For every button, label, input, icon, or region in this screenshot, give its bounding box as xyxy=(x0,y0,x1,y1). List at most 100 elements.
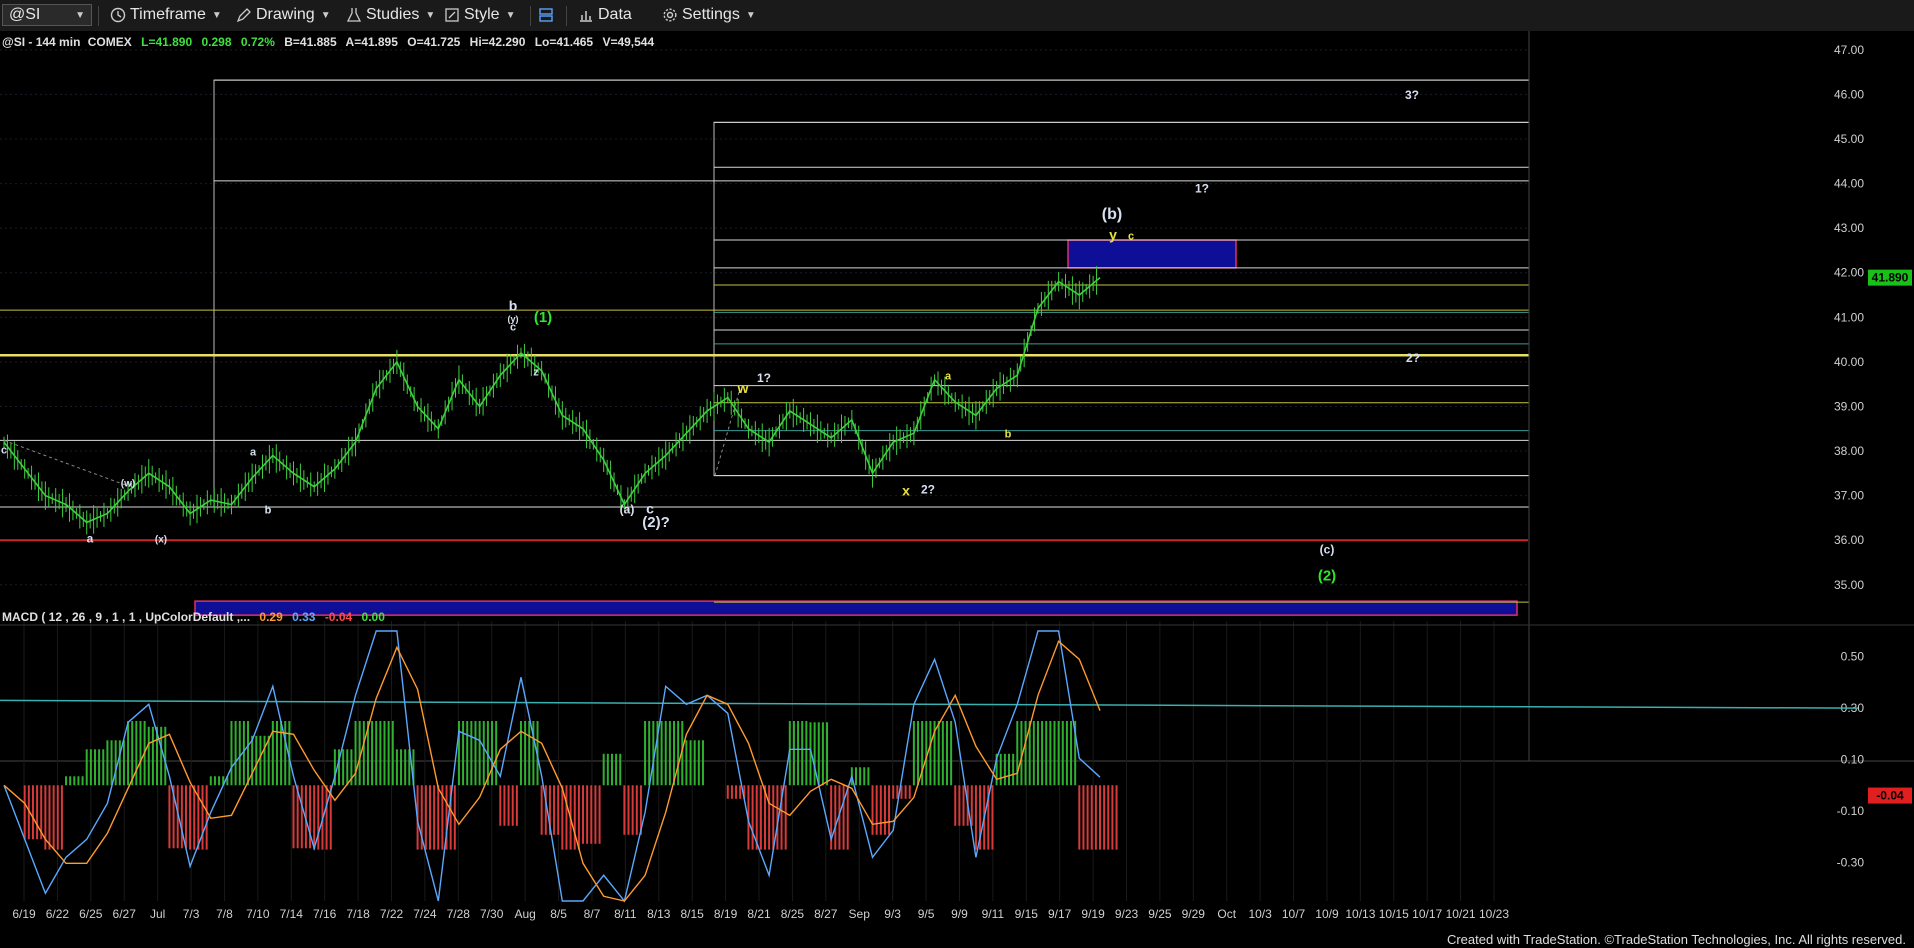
date-tick-label: 8/15 xyxy=(681,907,705,921)
drawing-button[interactable]: Drawing ▼ xyxy=(236,4,331,26)
wave-label: c xyxy=(1,444,7,456)
date-tick-label: 8/7 xyxy=(584,907,601,921)
macd-tick-label: 0.10 xyxy=(1841,753,1865,767)
wave-label: 1? xyxy=(1195,181,1209,195)
date-tick-label: 10/13 xyxy=(1345,907,1375,921)
date-tick-label: 9/3 xyxy=(884,907,901,921)
date-tick-label: 7/28 xyxy=(447,907,471,921)
wave-label: (a) xyxy=(620,502,635,516)
wave-label: b xyxy=(1005,429,1012,441)
wave-label: b xyxy=(265,504,272,516)
price-tick-label: 41.00 xyxy=(1834,310,1864,324)
clock-icon xyxy=(110,7,126,23)
date-tick-label: 7/22 xyxy=(380,907,404,921)
price-tick-label: 45.00 xyxy=(1834,132,1864,146)
wave-label: (b) xyxy=(1102,206,1122,223)
settings-button[interactable]: Settings ▼ xyxy=(662,4,756,26)
toolbar: @SI ▼ Timeframe ▼ Drawing ▼ Studies ▼ St… xyxy=(0,0,1914,32)
chevron-down-icon: ▼ xyxy=(425,9,436,21)
wave-label: y xyxy=(1109,226,1117,242)
target-box xyxy=(1067,239,1237,269)
wave-label: (c) xyxy=(1320,543,1335,557)
macd-label: MACD ( 12 , 26 , 9 , 1 , 1 , UpColorDefa… xyxy=(2,610,250,624)
macd-value-4: 0.00 xyxy=(362,610,386,624)
date-tick-label: 7/24 xyxy=(413,907,437,921)
style-button[interactable]: Style ▼ xyxy=(444,4,515,26)
date-tick-label: 9/29 xyxy=(1182,907,1206,921)
wave-label: 3? xyxy=(1405,88,1419,102)
toolbar-divider xyxy=(530,6,531,26)
date-tick-label: 10/23 xyxy=(1479,907,1509,921)
macd-last-label: -0.04 xyxy=(1876,789,1904,803)
macd-header: MACD ( 12 , 26 , 9 , 1 , 1 , UpColorDefa… xyxy=(2,610,385,624)
price-chart[interactable]: 100.00% (46.321)300.00% (45.374)261.80% … xyxy=(0,31,1914,930)
macd-tick-label: -0.10 xyxy=(1837,804,1865,818)
wave-label: 1? xyxy=(757,371,771,385)
toolbar-divider xyxy=(98,6,99,26)
layout-button[interactable] xyxy=(538,4,558,26)
chevron-down-icon: ▼ xyxy=(745,9,756,21)
date-tick-label: 9/15 xyxy=(1015,907,1039,921)
wave-label: (x) xyxy=(155,534,167,545)
date-tick-label: 10/3 xyxy=(1248,907,1272,921)
support-zone-bar xyxy=(194,600,1518,616)
data-button[interactable]: Data xyxy=(578,4,632,26)
symbol-selector[interactable]: @SI ▼ xyxy=(2,4,92,26)
price-tick-label: 44.00 xyxy=(1834,177,1864,191)
date-tick-label: Sep xyxy=(849,907,871,921)
date-tick-label: 10/9 xyxy=(1315,907,1339,921)
price-axis-background xyxy=(1529,31,1914,930)
chevron-down-icon: ▼ xyxy=(211,9,222,21)
date-tick-label: 7/3 xyxy=(183,907,200,921)
macd-value-2: 0.33 xyxy=(292,610,316,624)
data-label: Data xyxy=(598,6,632,23)
date-tick-label: 8/27 xyxy=(814,907,838,921)
date-tick-label: 7/30 xyxy=(480,907,504,921)
date-tick-label: 7/8 xyxy=(216,907,233,921)
chevron-down-icon: ▼ xyxy=(505,9,516,21)
timeframe-button[interactable]: Timeframe ▼ xyxy=(110,4,222,26)
wave-label: (w) xyxy=(121,479,135,490)
footer: Created with TradeStation. ©TradeStation… xyxy=(0,930,1914,948)
chevron-down-icon: ▼ xyxy=(75,9,85,21)
date-tick-label: 10/21 xyxy=(1446,907,1476,921)
date-tick-label: 6/19 xyxy=(12,907,36,921)
low-value: Lo=41.465 xyxy=(535,35,594,49)
gear-icon xyxy=(663,8,677,22)
bar-chart-icon xyxy=(580,11,592,22)
date-tick-label: 6/27 xyxy=(113,907,137,921)
wave-label: (2) xyxy=(1318,567,1336,584)
date-tick-label: 8/19 xyxy=(714,907,738,921)
date-tick-label: 8/11 xyxy=(614,907,637,921)
style-label: Style xyxy=(464,6,500,23)
flask-icon xyxy=(346,8,362,22)
price-tick-label: 35.00 xyxy=(1834,578,1864,592)
high-value: Hi=42.290 xyxy=(470,35,526,49)
date-tick-label: Aug xyxy=(514,907,535,921)
wave-label: a xyxy=(250,447,257,459)
date-tick-label: 6/25 xyxy=(79,907,103,921)
wave-label: w xyxy=(737,380,749,396)
chart-header: @SI - 144 min COMEX L=41.890 0.298 0.72%… xyxy=(2,35,654,49)
date-tick-label: 9/25 xyxy=(1148,907,1172,921)
price-tick-label: 40.00 xyxy=(1834,355,1864,369)
studies-button[interactable]: Studies ▼ xyxy=(346,4,435,26)
volume-value: V=49,544 xyxy=(602,35,654,49)
wave-label: c xyxy=(510,322,516,334)
date-tick-label: 10/15 xyxy=(1379,907,1409,921)
date-tick-label: 8/13 xyxy=(647,907,671,921)
date-tick-label: 9/19 xyxy=(1081,907,1105,921)
date-tick-label: 7/10 xyxy=(246,907,270,921)
exchange-label: COMEX xyxy=(88,35,132,49)
wave-label: b xyxy=(509,298,518,314)
layout-icon xyxy=(539,8,553,22)
price-tick-label: 42.00 xyxy=(1834,266,1864,280)
wave-label: 2? xyxy=(1406,351,1420,365)
drawing-label: Drawing xyxy=(256,6,315,23)
date-tick-label: 7/18 xyxy=(346,907,370,921)
toolbar-divider xyxy=(566,6,567,26)
open-value: O=41.725 xyxy=(407,35,460,49)
date-tick-label: 10/7 xyxy=(1282,907,1306,921)
wave-label: (2)? xyxy=(642,514,670,531)
pencil-icon xyxy=(236,8,251,23)
